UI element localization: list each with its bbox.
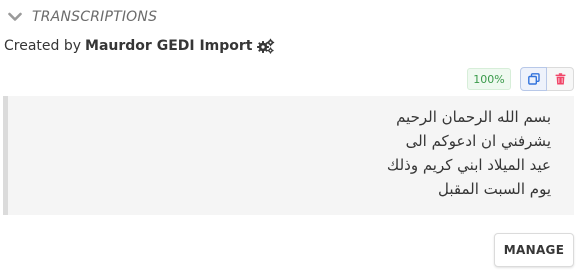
transcriptions-section-toggle[interactable]: TRANSCRIPTIONS xyxy=(6,7,157,27)
transcription-text: بسم الله الرحمان الرحيم يشرفني ان ادعوكم… xyxy=(3,96,574,215)
created-by-label: Created by xyxy=(4,38,82,54)
trash-icon xyxy=(555,70,566,89)
section-title: TRANSCRIPTIONS xyxy=(32,9,158,25)
chevron-down-icon xyxy=(6,8,24,26)
transcription-line: يشرفني ان ادعوكم الى xyxy=(405,132,551,150)
delete-button[interactable] xyxy=(547,67,574,91)
transcription-line: عيد الميلاد ابني كريم وذلك xyxy=(386,156,551,174)
transcription-line: بسم الله الرحمان الرحيم xyxy=(396,108,551,126)
transcription-actions xyxy=(520,67,574,91)
creator-source-name: Maurdor GEDI Import xyxy=(85,38,253,54)
transcriptions-panel: TRANSCRIPTIONS Created by Maurdor GEDI I… xyxy=(0,0,580,274)
created-by-line: Created by Maurdor GEDI Import xyxy=(4,38,275,54)
copy-button[interactable] xyxy=(520,67,547,91)
transcription-line: يوم السبت المقبل xyxy=(437,180,551,198)
manage-button[interactable]: MANAGE xyxy=(494,233,574,267)
copy-icon xyxy=(527,70,540,89)
confidence-badge: 100% xyxy=(467,68,511,90)
gears-icon xyxy=(256,38,275,54)
